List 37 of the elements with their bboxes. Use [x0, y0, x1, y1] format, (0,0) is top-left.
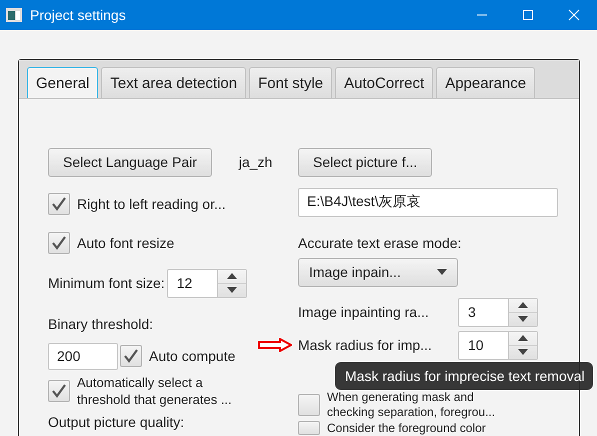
checkbox[interactable] [48, 193, 70, 215]
field-label: Mask radius for imp... [298, 337, 433, 353]
section-label: Output picture quality: [48, 414, 184, 430]
select-picture-button[interactable]: Select picture f... [298, 148, 432, 176]
checkbox[interactable] [298, 421, 320, 435]
language-code: ja_zh [238, 154, 272, 170]
checkbox[interactable] [120, 345, 142, 367]
field-label: Image inpainting ra... [298, 304, 430, 320]
input-field[interactable]: 200 [48, 342, 118, 370]
path-field[interactable]: E:\B4J\test\灰原哀 [298, 188, 558, 216]
checkbox-label: Auto font resize [77, 234, 174, 252]
section-label: Accurate text erase mode: [298, 235, 462, 251]
erase-mode-dropdown[interactable]: Image inpain... [298, 258, 458, 286]
checkbox[interactable] [48, 380, 70, 402]
checkbox[interactable] [48, 232, 70, 254]
checkbox-label: Automatically select a threshold that generates ... [77, 374, 232, 408]
caret-icon [437, 269, 447, 275]
spinner-field[interactable]: 12 [166, 268, 247, 298]
tooltip: Mask radius for imprecise text removal [335, 362, 593, 390]
tab[interactable]: AutoCorrect [335, 67, 434, 98]
app-icon [6, 8, 22, 22]
spinner-field[interactable]: 10 [458, 330, 538, 360]
checkbox-label: Right to left reading or... [77, 195, 226, 213]
checkbox-label: Consider the foreground color [327, 421, 486, 435]
checkbox-label: Auto compute [149, 347, 236, 365]
field-label: Minimum font size: [48, 275, 165, 291]
checkbox[interactable] [298, 394, 320, 416]
section-label: Binary threshold: [48, 316, 154, 332]
tab[interactable]: Appearance [436, 67, 536, 98]
arrow-icon [258, 338, 292, 352]
checkbox-label: When generating mask and checking separation, foregrou... [327, 390, 496, 420]
spinner-field[interactable]: 3 [458, 298, 538, 326]
tab[interactable]: Font style [249, 67, 332, 98]
window-title: Project settings [30, 7, 127, 23]
tab[interactable]: Text area detection [101, 67, 246, 98]
tab[interactable]: General [27, 67, 98, 98]
select-language-button[interactable]: Select Language Pair [48, 148, 212, 176]
